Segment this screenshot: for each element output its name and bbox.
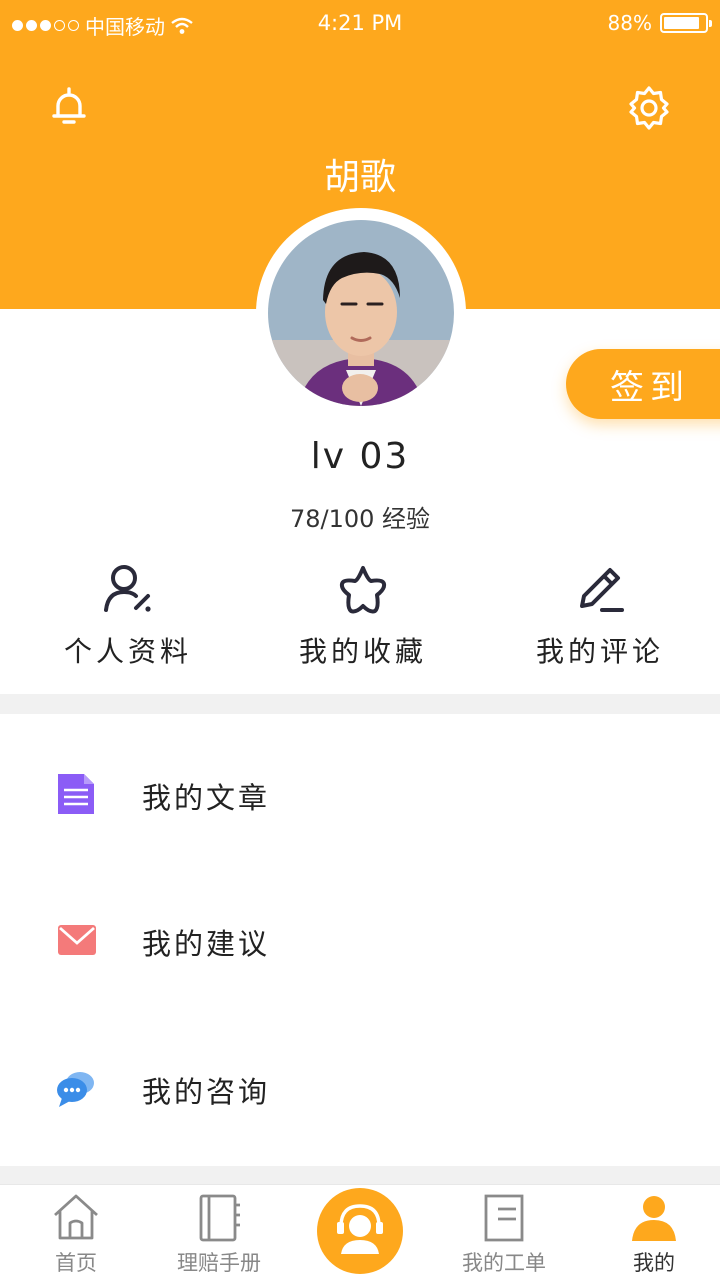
mail-icon [58, 925, 96, 955]
status-bar: 中国移动 4:21 PM 88% [0, 0, 720, 46]
quick-action-favorites[interactable]: 我的收藏 [263, 562, 463, 670]
tab-my-orders[interactable]: 我的工单 [432, 1185, 576, 1280]
quick-action-label: 我的评论 [535, 635, 664, 668]
headset-service-icon [337, 1204, 383, 1254]
signin-button[interactable]: 签到 [566, 349, 720, 419]
tab-claims-manual[interactable]: 理赔手册 [147, 1185, 291, 1280]
menu-item-label: 我的文章 [142, 781, 271, 815]
notebook-icon [199, 1194, 240, 1242]
quick-action-comments[interactable]: 我的评论 [500, 562, 700, 670]
section-divider [0, 694, 720, 714]
battery-percent: 88% [607, 11, 652, 35]
document-icon [58, 774, 94, 814]
menu-item-suggestions[interactable]: 我的建议 [0, 890, 720, 990]
quick-action-label: 我的收藏 [298, 635, 427, 668]
menu-item-label: 我的建议 [142, 927, 271, 961]
person-icon [632, 1196, 676, 1241]
home-icon [54, 1194, 98, 1240]
battery-status: 88% [607, 11, 712, 35]
tab-label: 理赔手册 [177, 1251, 261, 1275]
customer-service-button[interactable] [317, 1188, 403, 1274]
username: 胡歌 [323, 157, 396, 198]
avatar[interactable] [268, 220, 454, 406]
tab-home[interactable]: 首页 [4, 1185, 148, 1280]
chat-icon [57, 1072, 94, 1107]
menu-item-label: 我的咨询 [142, 1075, 271, 1109]
section-divider [0, 1166, 720, 1184]
order-icon [484, 1194, 524, 1242]
tab-label: 我的 [633, 1251, 675, 1275]
menu-item-articles[interactable]: 我的文章 [0, 744, 720, 844]
bell-icon[interactable] [46, 84, 92, 130]
quick-action-profile[interactable]: 个人资料 [28, 562, 228, 670]
tab-mine[interactable]: 我的 [582, 1185, 720, 1280]
tab-label: 我的工单 [462, 1251, 546, 1275]
star-icon [339, 566, 387, 614]
menu-item-consulting[interactable]: 我的咨询 [0, 1038, 720, 1138]
battery-icon [660, 13, 712, 33]
quick-action-label: 个人资料 [63, 635, 192, 668]
user-edit-icon [104, 565, 151, 612]
pencil-icon [580, 568, 624, 612]
gear-icon[interactable] [626, 85, 672, 131]
user-level: lv 03 [310, 436, 410, 477]
tab-label: 首页 [55, 1251, 97, 1275]
experience-text: 78/100 经验 [289, 505, 431, 533]
